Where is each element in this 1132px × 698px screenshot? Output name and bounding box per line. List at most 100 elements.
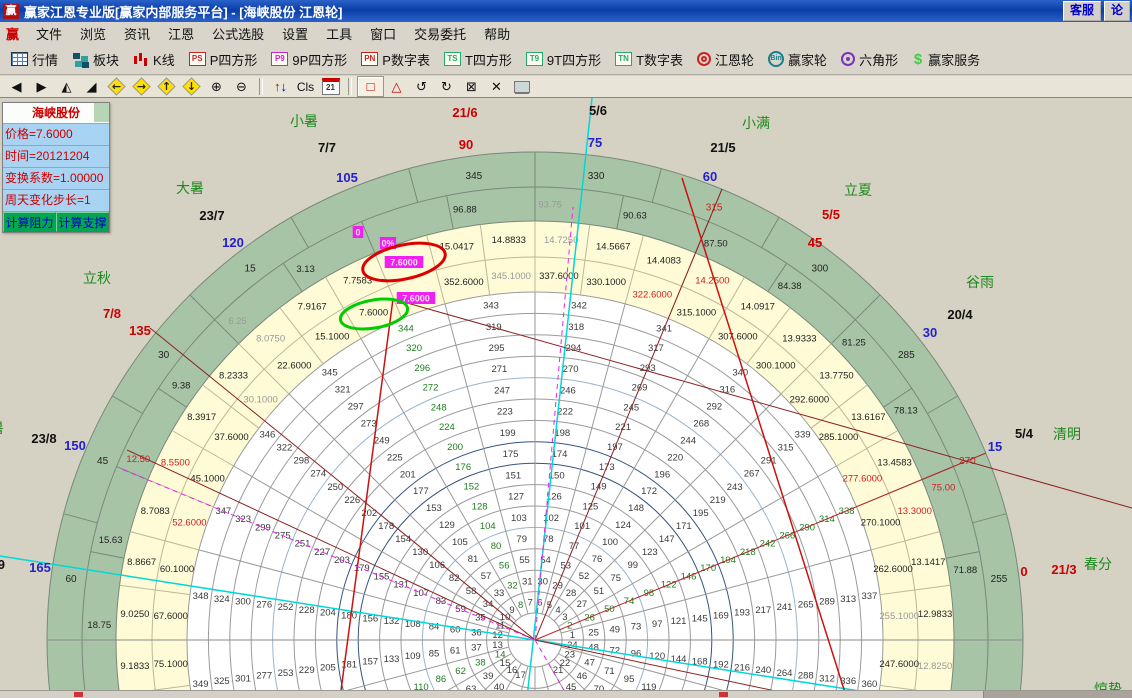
svg-text:148: 148	[628, 503, 644, 514]
svg-text:248: 248	[431, 403, 447, 414]
menu-item-工具[interactable]: 工具	[317, 24, 361, 43]
updown-arrows-icon[interactable]: ↑↓	[268, 77, 293, 96]
svg-text:175: 175	[503, 449, 519, 460]
svg-text:247.6000: 247.6000	[879, 659, 919, 670]
svg-text:315: 315	[778, 443, 794, 454]
svg-text:31: 31	[522, 576, 533, 587]
menu-item-帮助[interactable]: 帮助	[475, 24, 519, 43]
toolbar-button-9T四方形[interactable]: T99T四方形	[519, 46, 608, 72]
menu-bar: 赢 文件浏览资讯江恩公式选股设置工具窗口交易委托帮助	[0, 22, 1132, 45]
diamond-right-icon[interactable]: →	[129, 77, 154, 96]
svg-text:264: 264	[777, 668, 793, 679]
svg-text:277.6000: 277.6000	[843, 474, 883, 485]
menu-item-资讯[interactable]: 资讯	[115, 24, 159, 43]
toolbar-label: 板块	[93, 50, 119, 69]
bin-icon: Bin	[768, 51, 784, 67]
box-select-icon[interactable]: ⊠	[459, 77, 484, 96]
svg-text:270: 270	[563, 364, 579, 375]
panel-button-计算支撑[interactable]: 计算支撑	[56, 212, 109, 232]
panel-button-计算阻力[interactable]: 计算阻力	[3, 212, 56, 232]
bottom-scroll-strip[interactable]	[0, 690, 1132, 698]
svg-text:96.88: 96.88	[453, 205, 477, 216]
tri-down-icon[interactable]: ◢	[79, 77, 104, 96]
diamond-up-icon[interactable]: ↑	[154, 77, 179, 96]
svg-text:62: 62	[455, 666, 466, 677]
toolbar-button-P数字表[interactable]: PNP数字表	[354, 46, 437, 72]
svg-text:56: 56	[499, 561, 510, 572]
svg-text:105: 105	[452, 537, 468, 548]
svg-text:8.7083: 8.7083	[141, 506, 170, 517]
nav-right-icon[interactable]: ▶	[29, 77, 54, 96]
svg-text:30: 30	[158, 350, 170, 361]
menu-item-交易委托[interactable]: 交易委托	[405, 24, 475, 43]
toolbar-button-P四方形[interactable]: PSP四方形	[182, 46, 265, 72]
toolbar-label: T四方形	[465, 50, 512, 69]
menu-item-江恩[interactable]: 江恩	[159, 24, 203, 43]
toolbar-button-T四方形[interactable]: TST四方形	[437, 46, 519, 72]
svg-text:99: 99	[628, 560, 639, 571]
svg-text:9.0250: 9.0250	[120, 609, 149, 620]
menu-item-浏览[interactable]: 浏览	[71, 24, 115, 43]
gann-wheel-svg[interactable]: 2122232412345678910111213141516174546474…	[0, 98, 1132, 698]
rotate-ccw-icon[interactable]: ↺	[409, 77, 434, 96]
svg-text:270.1000: 270.1000	[861, 518, 901, 529]
cls-button[interactable]: Cls	[293, 77, 318, 96]
svg-text:330.1000: 330.1000	[586, 277, 626, 288]
svg-text:241: 241	[777, 602, 793, 613]
screen-icon[interactable]	[509, 77, 534, 96]
svg-text:33: 33	[494, 588, 505, 599]
toolbar-button-T数字表[interactable]: TNT数字表	[608, 46, 690, 72]
shrink-icon[interactable]: ✕	[484, 77, 509, 96]
diamond-down-icon[interactable]: ↓	[179, 77, 204, 96]
svg-text:谷雨: 谷雨	[966, 274, 994, 290]
menu-item-窗口[interactable]: 窗口	[361, 24, 405, 43]
toolbar-button-K线[interactable]: K线	[126, 46, 182, 72]
rotate-cw-icon[interactable]: ↻	[434, 77, 459, 96]
svg-text:285.1000: 285.1000	[819, 432, 859, 443]
calendar-icon[interactable]: 21	[318, 77, 343, 96]
triangle-tool-icon[interactable]: △	[384, 77, 409, 96]
tri-up-icon[interactable]: ◭	[54, 77, 79, 96]
svg-text:338: 338	[839, 506, 855, 517]
svg-text:253: 253	[278, 668, 294, 679]
diamond-left-icon[interactable]: ←	[104, 77, 129, 96]
svg-text:23: 23	[565, 649, 576, 660]
svg-text:45: 45	[97, 456, 109, 467]
toolbar-button-赢家服务[interactable]: $赢家服务	[905, 46, 987, 72]
scrollbar-thumb[interactable]	[983, 691, 1132, 698]
svg-text:30.1000: 30.1000	[243, 394, 277, 405]
svg-text:60: 60	[450, 625, 461, 636]
nav-left-icon[interactable]: ◀	[4, 77, 29, 96]
panel-rows: 价格=7.6000时间=20121204变换系数=1.00000周天变化步长=1	[3, 124, 109, 212]
rect-tool-icon[interactable]: □	[357, 76, 384, 97]
toolbar-button-江恩轮[interactable]: 江恩轮	[690, 46, 761, 72]
gann-wheel-chart[interactable]: 2122232412345678910111213141516174546474…	[0, 98, 1132, 698]
svg-text:177: 177	[413, 486, 429, 497]
svg-text:301: 301	[235, 673, 251, 684]
menu-item-文件[interactable]: 文件	[27, 24, 71, 43]
menu-item-公式选股[interactable]: 公式选股	[203, 24, 273, 43]
toolbar-button-板块[interactable]: 板块	[65, 46, 126, 72]
toolbar-separator	[259, 78, 263, 95]
toolbar-label: 9T四方形	[547, 50, 601, 69]
svg-text:225: 225	[387, 452, 403, 463]
svg-text:96: 96	[631, 648, 642, 659]
toolbar-button-赢家轮[interactable]: Bin赢家轮	[761, 46, 834, 72]
svg-text:80: 80	[491, 541, 502, 552]
svg-text:151: 151	[505, 470, 521, 481]
svg-text:9.1833: 9.1833	[120, 661, 149, 672]
svg-text:124: 124	[615, 520, 631, 531]
toolbar-button-9P四方形[interactable]: P99P四方形	[264, 46, 354, 72]
toolbar-button-六角形[interactable]: 六角形	[834, 46, 905, 72]
toolbar-button-行情[interactable]: 行情	[4, 46, 65, 72]
menu-item-设置[interactable]: 设置	[273, 24, 317, 43]
svg-text:285: 285	[898, 350, 915, 361]
svg-text:265: 265	[798, 599, 814, 610]
zoom-in-icon[interactable]: ⊕	[204, 77, 229, 96]
svg-text:178: 178	[378, 521, 394, 532]
zoom-out-icon[interactable]: ⊖	[229, 77, 254, 96]
titlebar-button-0[interactable]: 客服	[1063, 1, 1101, 21]
application-window: 赢 赢家江恩专业版[赢家内部服务平台] - [海峡股份 江恩轮] 客服论 赢 文…	[0, 0, 1132, 698]
titlebar-button-1[interactable]: 论	[1104, 1, 1130, 21]
toolbar-label: 六角形	[859, 50, 898, 69]
